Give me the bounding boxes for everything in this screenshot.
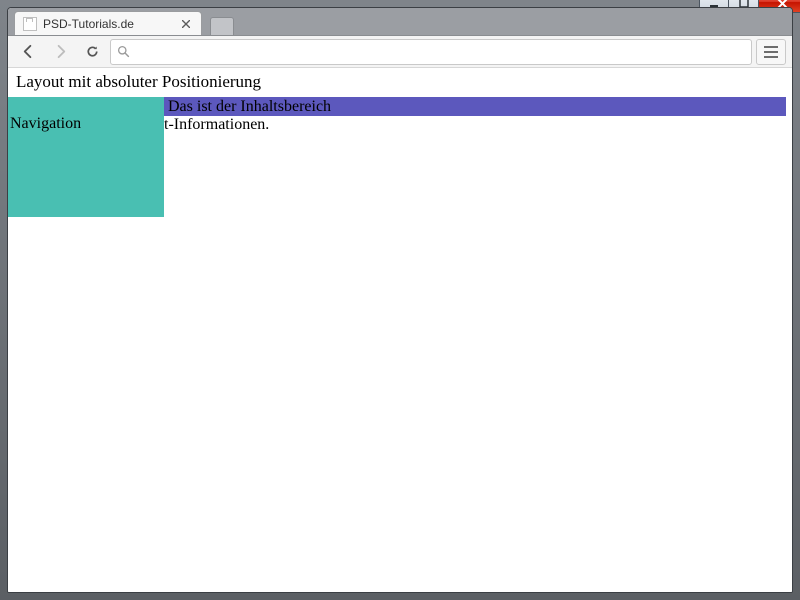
tab-close-button[interactable] xyxy=(179,17,193,31)
address-input[interactable] xyxy=(136,43,745,60)
content-heading: Das ist der Inhaltsbereich xyxy=(168,98,331,116)
reload-button[interactable] xyxy=(78,39,106,65)
tab-title: PSD-Tutorials.de xyxy=(43,17,173,31)
search-icon xyxy=(117,45,130,58)
os-window-frame: PSD-Tutorials.de xyxy=(0,0,800,600)
new-tab-button[interactable] xyxy=(210,17,234,35)
arrow-left-icon xyxy=(21,44,36,59)
info-text: t-Informationen. xyxy=(164,116,269,134)
browser-toolbar xyxy=(8,36,792,68)
page-heading: Layout mit absoluter Positionierung xyxy=(16,72,792,92)
page-favicon-icon xyxy=(23,17,37,31)
navigation-label: Navigation xyxy=(10,115,81,132)
tab-strip: PSD-Tutorials.de xyxy=(8,8,792,36)
browser-tab[interactable]: PSD-Tutorials.de xyxy=(14,11,202,35)
reload-icon xyxy=(85,44,100,59)
arrow-right-icon xyxy=(53,44,68,59)
menu-icon xyxy=(764,46,778,58)
address-bar[interactable] xyxy=(110,39,752,65)
page-viewport: Layout mit absoluter Positionierung Das … xyxy=(8,68,792,592)
forward-button[interactable] xyxy=(46,39,74,65)
back-button[interactable] xyxy=(14,39,42,65)
browser-menu-button[interactable] xyxy=(756,39,786,65)
browser-window: PSD-Tutorials.de xyxy=(7,7,793,593)
navigation-region: Navigation xyxy=(8,97,164,217)
close-icon xyxy=(182,20,190,28)
page-body: Layout mit absoluter Positionierung Das … xyxy=(8,72,792,593)
